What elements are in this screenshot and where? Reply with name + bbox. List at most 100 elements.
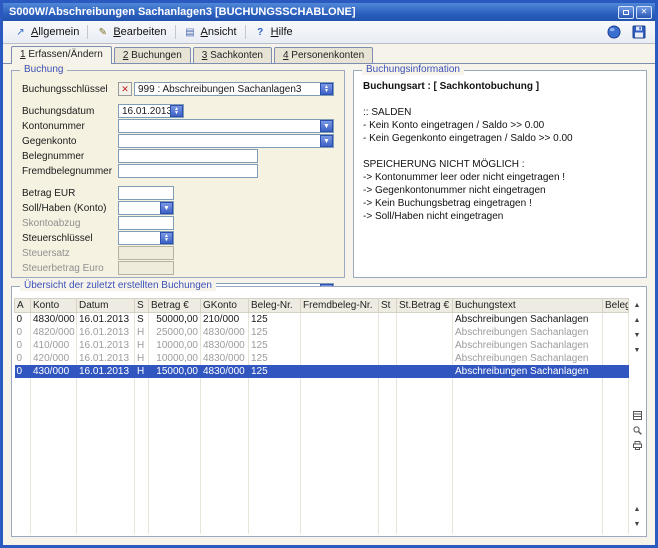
cell: 0 [15, 352, 31, 365]
cell: 410/000 [31, 339, 77, 352]
clear-icon: ✕ [121, 85, 129, 94]
kontonummer-combo[interactable]: ▼ [118, 119, 334, 133]
restore-icon [623, 10, 629, 15]
menu-item-allgemein[interactable]: ↗ Allgemein [7, 24, 86, 40]
steuerschluessel-spinner[interactable]: ▲ ▼ [118, 231, 174, 245]
buchungsdatum-spinner[interactable]: 16.01.2013 ▲ ▼ [118, 104, 184, 118]
col-header: Beleg-Nr. [249, 299, 301, 313]
cell: 0 [15, 313, 31, 326]
close-button[interactable]: ✕ [636, 6, 652, 19]
steuerbetrag-euro-label: Steuerbetrag Euro [22, 263, 118, 274]
allgemein-icon: ↗ [14, 27, 27, 38]
chevron-down-icon: ▼ [323, 138, 330, 145]
info-line: -> Gegenkontonummer nicht eingetragen [363, 184, 637, 197]
content-area: Buchung Buchungsschlüssel ✕ 999 : Abschr… [3, 63, 655, 545]
steuersatz-input [118, 246, 174, 260]
uebersicht-groupbox: Übersicht der zuletzt erstellten Buchung… [11, 286, 647, 537]
table-header-row: A Konto Datum S Betrag € GKonto Beleg-Nr… [15, 299, 629, 313]
col-header: GKonto [201, 299, 249, 313]
chevron-down-icon: ▼ [163, 205, 170, 212]
kontonummer-dropdown-button[interactable]: ▼ [320, 120, 333, 132]
cell: Abschreibungen Sachanlagen [453, 365, 603, 378]
menu-item-bearbeiten[interactable]: ✎ Bearbeiten [89, 24, 173, 40]
cell [397, 352, 453, 365]
menu-label: Allgemein [31, 26, 79, 38]
table-row[interactable]: 0 410/000 16.01.2013 H 10000,00 4830/000… [15, 339, 629, 352]
cell: 4830/000 [201, 352, 249, 365]
cell: 125 [249, 365, 301, 378]
scroll-down-button[interactable]: ▼ [631, 329, 644, 342]
gegenkonto-dropdown-button[interactable]: ▼ [320, 135, 333, 147]
titlebar: S000W/Abschreibungen Sachanlagen3 [BUCHU… [3, 3, 655, 21]
steuersatz-label: Steuersatz [22, 248, 118, 259]
cell [379, 313, 397, 326]
restore-button[interactable] [618, 6, 634, 19]
table-row-selected[interactable]: 0 430/000 16.01.2013 H 15000,00 4830/000… [15, 365, 629, 378]
cell [603, 326, 629, 339]
gegenkonto-combo[interactable]: ▼ [118, 134, 334, 148]
buchungsschluessel-label: Buchungsschlüssel [22, 84, 118, 95]
page-up-button[interactable]: ▲ [631, 503, 644, 516]
buchungsinformation-groupbox: Buchungsinformation Buchungsart : [ Sach… [353, 70, 647, 278]
cell [379, 365, 397, 378]
table-row[interactable]: 0 4820/000 16.01.2013 H 25000,00 4830/00… [15, 326, 629, 339]
scroll-first-button[interactable]: ▲ [631, 299, 644, 312]
list-button[interactable] [631, 409, 644, 422]
print-button[interactable] [631, 439, 644, 452]
steuerschluessel-row: Steuerschlüssel ▲ ▼ [22, 231, 336, 245]
soll-haben-combo[interactable]: ▼ [118, 201, 174, 215]
menu-item-hilfe[interactable]: ? Hilfe [247, 24, 300, 40]
app-window: S000W/Abschreibungen Sachanlagen3 [BUCHU… [0, 0, 658, 548]
tab-sachkonten[interactable]: 3 Sachkonten [193, 47, 272, 63]
list-icon [633, 411, 642, 420]
tab-buchungen[interactable]: 2 Buchungen [114, 47, 191, 63]
buchungsdatum-spin-button[interactable]: ▲ ▼ [170, 105, 183, 117]
col-header: Beleg-Nr.2 [603, 299, 629, 313]
skontoabzug-input[interactable] [118, 216, 174, 230]
steuerschluessel-spin-button[interactable]: ▲ ▼ [160, 232, 173, 244]
cell [603, 365, 629, 378]
cell: Abschreibungen Sachanlagen [453, 339, 603, 352]
info-line: -> Kein Buchungsbetrag eingetragen ! [363, 197, 637, 210]
cell: S [135, 313, 149, 326]
save-button[interactable] [629, 24, 649, 41]
table-row[interactable]: 0 4830/000 16.01.2013 S 50000,00 210/000… [15, 313, 629, 326]
steuersatz-row: Steuersatz [22, 246, 336, 260]
tab-personenkonten[interactable]: 4 Personenkonten [274, 47, 373, 63]
menubar-toolbar [604, 24, 651, 41]
fremdbelegnummer-input[interactable] [118, 164, 258, 178]
tabstrip: 1 Erfassen/Ändern 2 Buchungen 3 Sachkont… [3, 44, 655, 63]
menu-separator [175, 25, 176, 39]
table-row[interactable]: 0 420/000 16.01.2013 H 10000,00 4830/000… [15, 352, 629, 365]
hilfe-icon: ? [254, 27, 267, 38]
cell [397, 339, 453, 352]
globe-icon [607, 25, 621, 39]
scroll-up-button[interactable]: ▲ [631, 314, 644, 327]
cell: 125 [249, 326, 301, 339]
zoom-button[interactable] [631, 424, 644, 437]
buchungsschluessel-spin-button[interactable]: ▲ ▼ [320, 83, 333, 95]
spin-down-icon: ▼ [324, 89, 329, 93]
betrag-eur-input[interactable] [118, 186, 174, 200]
cell [379, 339, 397, 352]
buchungsdatum-row: Buchungsdatum 16.01.2013 ▲ ▼ [22, 104, 336, 118]
globe-button[interactable] [604, 24, 624, 41]
buchungsschluessel-combo[interactable]: 999 : Abschreibungen Sachanlagen3 ▲ ▼ [134, 82, 334, 96]
belegnummer-input[interactable] [118, 149, 258, 163]
page-down-button[interactable]: ▼ [631, 518, 644, 531]
cell: 430/000 [31, 365, 77, 378]
tab-erfassen-aendern[interactable]: 1 Erfassen/Ändern [11, 46, 112, 64]
scroll-last-button[interactable]: ▼ [631, 344, 644, 357]
arrow-down-icon: ▼ [634, 347, 641, 354]
cell: 0 [15, 326, 31, 339]
chevron-down-icon: ▼ [323, 123, 330, 130]
soll-haben-dropdown-button[interactable]: ▼ [160, 202, 173, 214]
menu-item-ansicht[interactable]: ▤ Ansicht [177, 24, 244, 40]
buchung-groupbox-title: Buchung [20, 64, 67, 75]
info-line [363, 145, 637, 158]
cell [301, 313, 379, 326]
col-header: Betrag € [149, 299, 201, 313]
fremdbelegnummer-row: Fremdbelegnummer [22, 164, 336, 178]
clear-buchungsschluessel-button[interactable]: ✕ [118, 82, 132, 96]
filler-row [15, 378, 629, 535]
